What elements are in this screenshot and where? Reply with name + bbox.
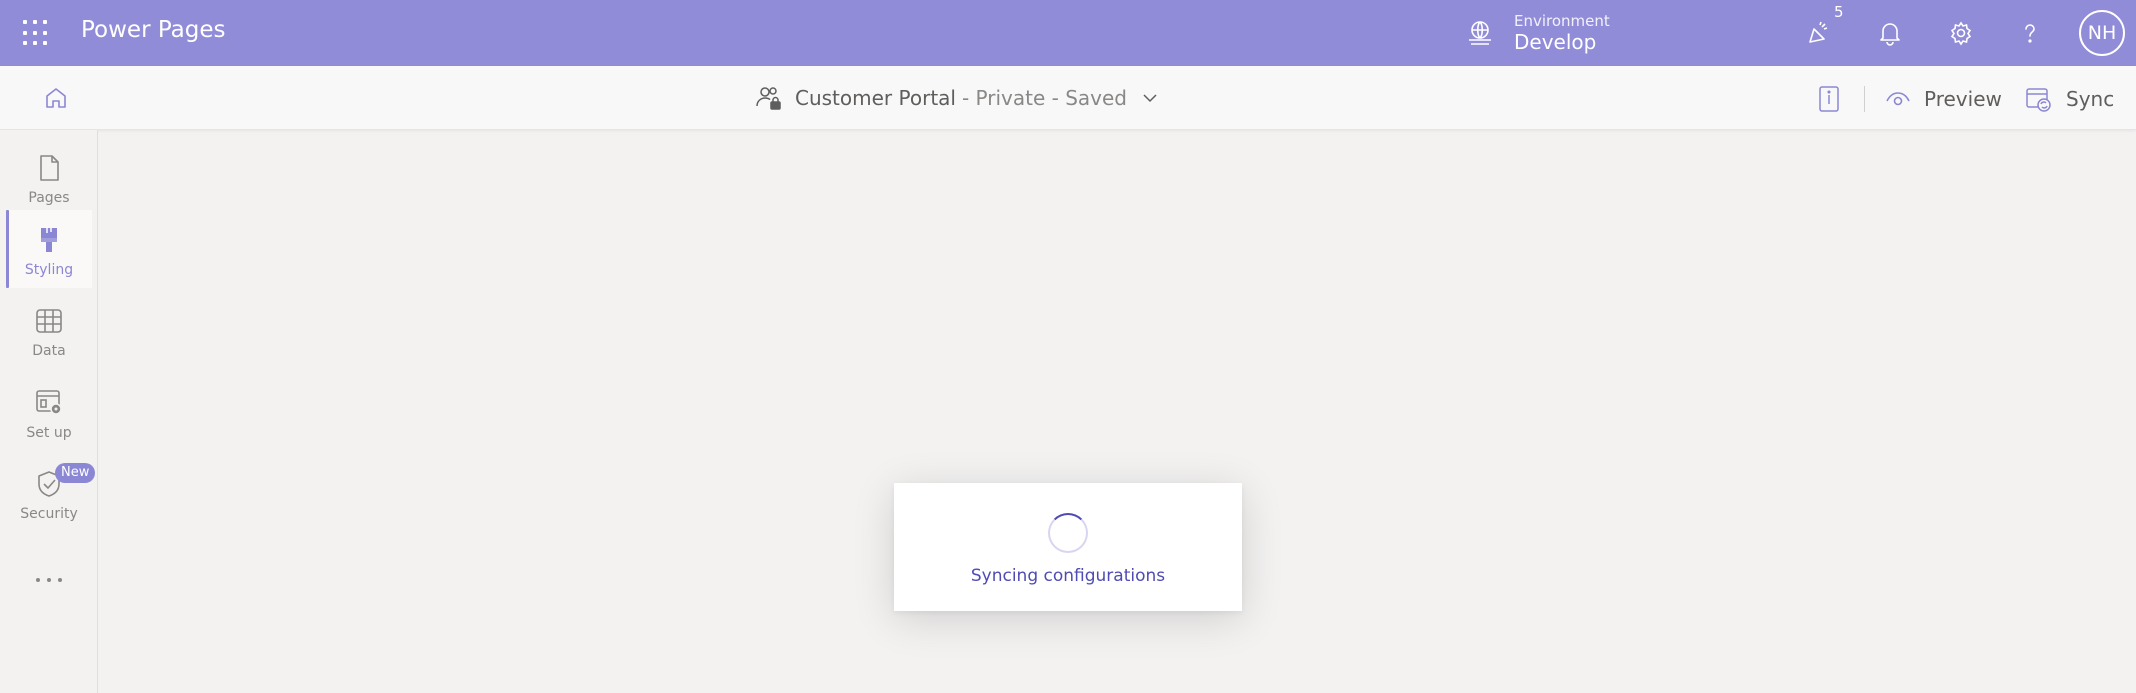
bell-icon[interactable]: [1873, 16, 1907, 50]
nav-item-setup[interactable]: Set up: [6, 373, 92, 451]
gear-icon[interactable]: [1944, 16, 1978, 50]
page-icon: [40, 155, 59, 181]
home-button[interactable]: [40, 82, 72, 114]
info-panel-icon[interactable]: [1816, 84, 1842, 114]
nav-label-security: Security: [20, 506, 78, 522]
table-icon: [36, 309, 62, 333]
site-people-lock-icon: [756, 87, 781, 110]
loading-spinner: [1048, 513, 1088, 553]
site-name: Customer Portal: [795, 86, 956, 110]
nav-label-styling: Styling: [24, 262, 74, 278]
environment-value: Develop: [1514, 29, 1597, 54]
nav-label-pages: Pages: [28, 190, 70, 206]
site-selector[interactable]: Customer Portal - Private - Saved: [755, 80, 1159, 116]
chevron-down-icon: [1143, 94, 1157, 103]
nav-label-setup: Set up: [26, 425, 72, 441]
nav-label-data: Data: [32, 343, 66, 359]
paintbrush-icon: [41, 228, 57, 252]
nav-item-data[interactable]: Data: [6, 291, 92, 369]
new-badge: New: [55, 463, 96, 483]
active-indicator: [6, 210, 9, 288]
preview-label: Preview: [1924, 87, 2002, 111]
site-command-bar: Customer Portal - Private - Saved Previe…: [0, 66, 2136, 130]
waffle-icon[interactable]: [20, 18, 50, 48]
celebrate-icon[interactable]: [1801, 16, 1835, 50]
loading-message: Syncing configurations: [970, 566, 1166, 586]
sync-button[interactable]: Sync: [2024, 82, 2114, 116]
toolbar-divider: [1864, 86, 1865, 112]
help-icon[interactable]: [2013, 16, 2047, 50]
left-navigation: Pages Styling Data Set up Security New: [0, 130, 98, 693]
environment-icon: [1469, 21, 1491, 45]
top-app-bar: Power Pages Environment Develop 5 NH: [0, 0, 2136, 66]
sync-icon: [2026, 88, 2051, 112]
user-avatar[interactable]: NH: [2079, 10, 2125, 56]
nav-item-pages[interactable]: Pages: [6, 138, 92, 216]
sync-label: Sync: [2066, 87, 2115, 111]
loading-dialog: Syncing configurations: [894, 483, 1242, 611]
nav-item-security[interactable]: Security New: [6, 454, 96, 532]
preview-button[interactable]: Preview: [1884, 82, 2002, 116]
setup-icon: [36, 390, 62, 415]
home-icon: [46, 88, 66, 108]
site-status: - Private - Saved: [961, 86, 1127, 110]
app-title[interactable]: Power Pages: [81, 17, 226, 43]
nav-item-styling[interactable]: Styling: [6, 210, 92, 288]
environment-label: Environment: [1514, 11, 1610, 30]
eye-icon: [1886, 92, 1910, 106]
environment-selector[interactable]: Environment Develop: [1466, 6, 1610, 60]
notification-count: 5: [1834, 3, 1844, 21]
more-options-icon[interactable]: [30, 569, 68, 591]
